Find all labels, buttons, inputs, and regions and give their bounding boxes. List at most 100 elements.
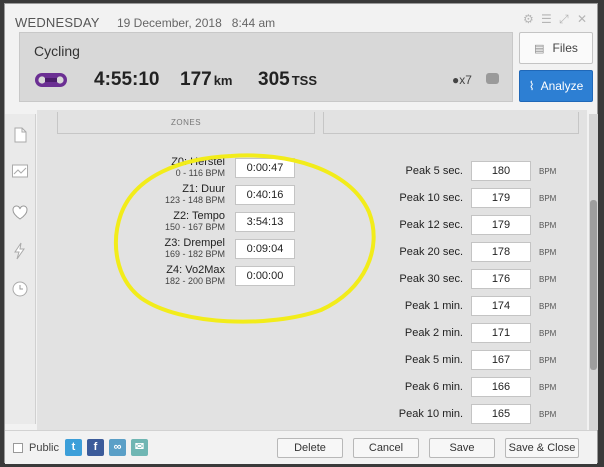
bike-chain-icon	[35, 73, 67, 87]
chart-icon[interactable]	[11, 162, 29, 180]
zone-range: 150 - 167 BPM	[164, 222, 225, 232]
peak-unit: BPM	[539, 410, 557, 419]
facebook-icon[interactable]: f	[87, 439, 104, 456]
peak-row: Peak 1 min. 174 BPM	[367, 295, 567, 319]
workout-date: 19 December, 2018 8:44 am	[117, 16, 276, 30]
zone-row: Z4: Vo2Max 182 - 200 BPM 0:00:00	[135, 264, 295, 294]
sport-title: Cycling	[34, 43, 80, 59]
zone-time-field[interactable]: 3:54:13	[235, 212, 295, 232]
files-button[interactable]: ▤ Files	[519, 32, 593, 64]
save-button[interactable]: Save	[429, 438, 495, 458]
public-label: Public	[29, 442, 59, 454]
peak-value-field[interactable]: 171	[471, 323, 531, 343]
zone-range: 123 - 148 BPM	[164, 195, 225, 205]
zone-row: Z3: Drempel 169 - 182 BPM 0:09:04	[135, 237, 295, 267]
peak-unit: BPM	[539, 275, 557, 284]
peak-label: Peak 30 sec.	[399, 273, 463, 285]
day-name: WEDNESDAY	[15, 15, 100, 30]
peak-unit: BPM	[539, 194, 557, 203]
secondary-tab[interactable]	[323, 112, 579, 134]
twitter-icon[interactable]: t	[65, 439, 82, 456]
zone-name: Z0: Herstel	[171, 156, 225, 168]
zone-time-field[interactable]: 0:00:00	[235, 266, 295, 286]
document-icon[interactable]	[11, 126, 29, 144]
gear-icon[interactable]: ⚙	[523, 12, 534, 26]
link-icon[interactable]: ∞	[109, 439, 126, 456]
zone-range: 182 - 200 BPM	[164, 276, 225, 286]
zone-range: 169 - 182 BPM	[164, 249, 225, 259]
workout-summary: Cycling 4:55:10 177 km 305 TSS ●x7	[19, 32, 513, 102]
tss-value: 305 TSS	[258, 69, 317, 90]
kettlebell-count[interactable]: ●x7	[452, 73, 472, 87]
distance-value: 177 km	[180, 69, 233, 90]
menu-icon[interactable]: ☰	[541, 12, 552, 26]
peak-value-field[interactable]: 180	[471, 161, 531, 181]
peak-row: Peak 10 sec. 179 BPM	[367, 187, 567, 211]
peak-label: Peak 6 min.	[404, 381, 463, 393]
save-close-button[interactable]: Save & Close	[505, 438, 579, 458]
peak-unit: BPM	[539, 302, 557, 311]
sidebar-nav	[5, 114, 36, 424]
zone-row: Z0: Herstel 0 - 116 BPM 0:00:47	[135, 156, 295, 186]
peak-value-field[interactable]: 167	[471, 350, 531, 370]
action-footer: Public t f ∞ ✉ Delete Cancel Save Save &…	[5, 430, 597, 464]
close-icon[interactable]: ✕	[577, 12, 587, 26]
peak-value-field[interactable]: 179	[471, 215, 531, 235]
peak-label: Peak 10 min.	[398, 408, 463, 420]
scrollbar-thumb[interactable]	[590, 200, 597, 370]
peak-value-field[interactable]: 166	[471, 377, 531, 397]
peak-row: Peak 10 min. 165 BPM	[367, 403, 567, 427]
peak-unit: BPM	[539, 383, 557, 392]
zone-row: Z1: Duur 123 - 148 BPM 0:40:16	[135, 183, 295, 213]
peak-row: Peak 6 min. 166 BPM	[367, 376, 567, 400]
pulse-icon: ⌇	[528, 79, 535, 93]
peak-value-field[interactable]: 178	[471, 242, 531, 262]
peak-row: Peak 2 min. 171 BPM	[367, 322, 567, 346]
zone-row: Z2: Tempo 150 - 167 BPM 3:54:13	[135, 210, 295, 240]
peak-value-field[interactable]: 176	[471, 269, 531, 289]
zones-panel: ZONES Z0: Herstel 0 - 116 BPM 0:00:47 Z1…	[37, 110, 587, 430]
peak-row: Peak 30 sec. 176 BPM	[367, 268, 567, 292]
zones-tab[interactable]: ZONES	[57, 112, 315, 134]
peak-unit: BPM	[539, 329, 557, 338]
clock-icon[interactable]	[11, 280, 29, 298]
peak-unit: BPM	[539, 356, 557, 365]
peak-label: Peak 10 sec.	[399, 192, 463, 204]
peak-row: Peak 12 sec. 179 BPM	[367, 214, 567, 238]
zone-time-field[interactable]: 0:00:47	[235, 158, 295, 178]
content-scrollbar[interactable]	[589, 114, 598, 430]
peak-unit: BPM	[539, 167, 557, 176]
zone-name: Z4: Vo2Max	[166, 264, 225, 276]
peak-row: Peak 5 min. 167 BPM	[367, 349, 567, 373]
public-checkbox[interactable]	[13, 443, 23, 453]
peak-row: Peak 20 sec. 178 BPM	[367, 241, 567, 265]
heart-icon[interactable]	[11, 204, 29, 222]
zone-time-field[interactable]: 0:09:04	[235, 239, 295, 259]
delete-button[interactable]: Delete	[277, 438, 343, 458]
workout-window: WEDNESDAY 19 December, 2018 8:44 am ⚙ ☰ …	[4, 3, 598, 464]
analyze-button[interactable]: ⌇ Analyze	[519, 70, 593, 102]
zone-name: Z1: Duur	[182, 183, 225, 195]
duration-value: 4:55:10	[94, 69, 160, 90]
peak-value-field[interactable]: 179	[471, 188, 531, 208]
zone-name: Z3: Drempel	[164, 237, 225, 249]
peak-value-field[interactable]: 165	[471, 404, 531, 424]
zone-time-field[interactable]: 0:40:16	[235, 185, 295, 205]
peak-label: Peak 12 sec.	[399, 219, 463, 231]
zone-name: Z2: Tempo	[173, 210, 225, 222]
peak-label: Peak 2 min.	[404, 327, 463, 339]
file-list-icon: ▤	[534, 42, 545, 55]
lightning-icon[interactable]	[11, 242, 29, 260]
workout-header: WEDNESDAY 19 December, 2018 8:44 am ⚙ ☰ …	[5, 4, 597, 110]
peak-unit: BPM	[539, 221, 557, 230]
email-icon[interactable]: ✉	[131, 439, 148, 456]
peak-label: Peak 20 sec.	[399, 246, 463, 258]
expand-icon[interactable]: ⤢	[559, 12, 569, 27]
peak-unit: BPM	[539, 248, 557, 257]
peak-value-field[interactable]: 174	[471, 296, 531, 316]
cancel-button[interactable]: Cancel	[353, 438, 419, 458]
peak-label: Peak 5 sec.	[405, 165, 463, 177]
comment-icon[interactable]	[486, 73, 499, 84]
zone-range: 0 - 116 BPM	[175, 168, 225, 178]
peak-row: Peak 5 sec. 180 BPM	[367, 160, 567, 184]
